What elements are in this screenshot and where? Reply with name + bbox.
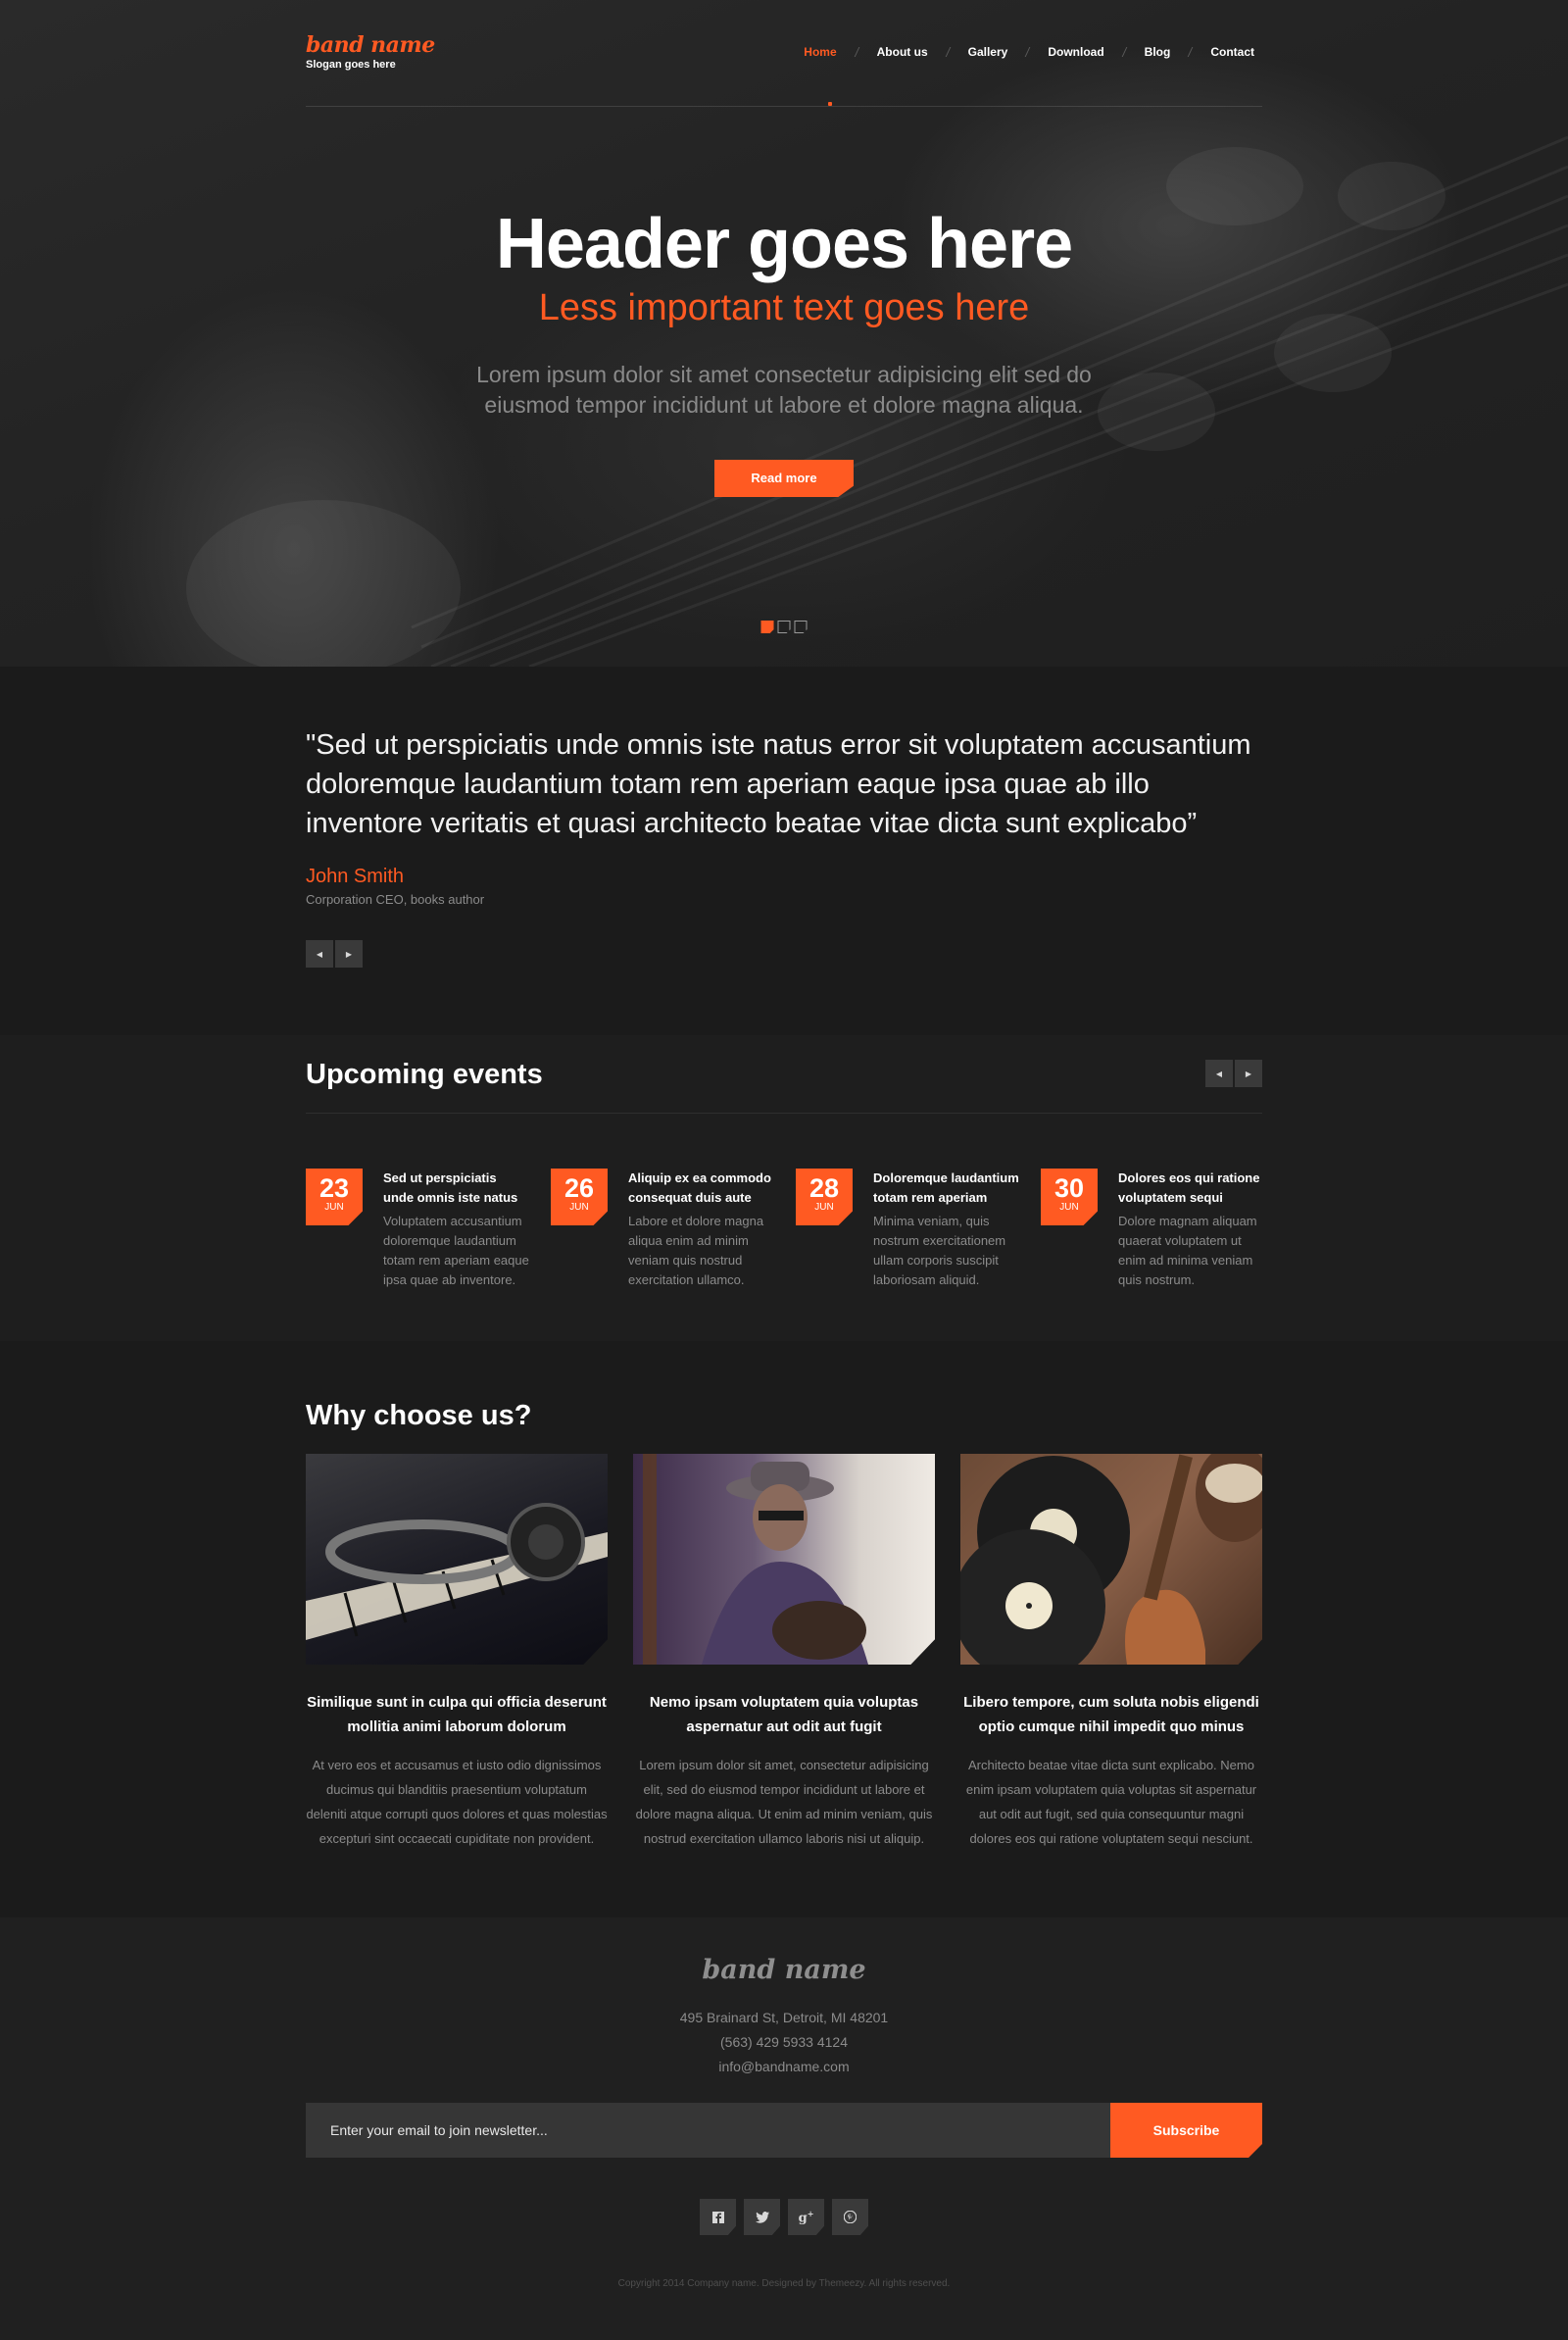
- event-date-badge: 26 JUN: [551, 1169, 608, 1225]
- nav-item-contact[interactable]: Contact: [1210, 45, 1254, 59]
- feature-card: Libero tempore, cum soluta nobis eligend…: [960, 1454, 1262, 1851]
- feature-cards: Similique sunt in culpa qui officia dese…: [306, 1454, 1262, 1851]
- event-month: JUN: [1059, 1202, 1079, 1213]
- footer-phone: (563) 429 5933 4124: [720, 2034, 848, 2050]
- active-nav-indicator: [828, 102, 832, 106]
- nav-separator: [1121, 47, 1127, 57]
- events-arrows: ◀ ▶: [1205, 1060, 1262, 1087]
- slider-dot-1[interactable]: [760, 621, 774, 633]
- feature-text: At vero eos et accusamus et iusto odio d…: [306, 1758, 608, 1846]
- testimonial-section: "Sed ut perspiciatis unde omnis iste nat…: [0, 667, 1568, 1035]
- copyright-text: Copyright 2014 Company name. Designed by…: [617, 2278, 951, 2289]
- nav-separator: [854, 47, 859, 57]
- feature-title[interactable]: Similique sunt in culpa qui officia dese…: [306, 1690, 608, 1739]
- event-date-badge: 23 JUN: [306, 1169, 363, 1225]
- testimonial-arrows: ◀ ▶: [306, 940, 1262, 968]
- testimonial-role: Corporation CEO, books author: [306, 892, 485, 907]
- headphones-on-piano-photo[interactable]: [306, 1454, 608, 1665]
- event-day: 23: [318, 1173, 350, 1203]
- hero-content: Header goes here Less important text goe…: [306, 107, 1262, 497]
- event-title[interactable]: Doloremque laudantium totam rem aperiam: [873, 1169, 1020, 1208]
- guitarist-with-hat-photo[interactable]: [633, 1454, 935, 1665]
- slider-dot-3[interactable]: [794, 621, 808, 633]
- feature-title[interactable]: Nemo ipsam voluptatem quia voluptas aspe…: [633, 1690, 935, 1739]
- why-choose-us-section: Why choose us? Similique sunt in culpa q…: [0, 1341, 1568, 1917]
- twitter-icon[interactable]: [744, 2199, 780, 2235]
- event-title[interactable]: Dolores eos qui ratione voluptatem sequi: [1118, 1169, 1262, 1208]
- why-title: Why choose us?: [306, 1400, 532, 1431]
- slider-pagination: [760, 621, 808, 633]
- feature-card: Nemo ipsam voluptatem quia voluptas aspe…: [633, 1454, 935, 1851]
- hero-title: Header goes here: [495, 205, 1073, 283]
- feature-title[interactable]: Libero tempore, cum soluta nobis eligend…: [960, 1690, 1262, 1739]
- event-text: Labore et dolore magna aliqua enim ad mi…: [628, 1214, 764, 1287]
- testimonial-quote: "Sed ut perspiciatis unde omnis iste nat…: [306, 729, 1251, 839]
- event-title[interactable]: Aliquip ex ea commodo consequat duis aut…: [628, 1169, 775, 1208]
- event-day: 28: [808, 1173, 840, 1203]
- social-links: g+: [306, 2199, 1262, 2235]
- event-item[interactable]: 23 JUN Sed ut perspiciatis unde omnis is…: [306, 1169, 551, 1290]
- event-item[interactable]: 28 JUN Doloremque laudantium totam rem a…: [796, 1169, 1041, 1290]
- footer-email[interactable]: info@bandname.com: [306, 2055, 1262, 2079]
- feature-text: Lorem ipsum dolor sit amet, consectetur …: [635, 1758, 933, 1846]
- caret-right-icon[interactable]: ▶: [1235, 1060, 1262, 1087]
- events-header: Upcoming events ◀ ▶: [306, 1035, 1262, 1114]
- nav-item-blog[interactable]: Blog: [1145, 45, 1171, 59]
- event-day: 30: [1054, 1173, 1085, 1203]
- caret-left-icon[interactable]: ◀: [1205, 1060, 1233, 1087]
- vinyl-records-and-guitar-photo[interactable]: [960, 1454, 1262, 1665]
- nav-item-home[interactable]: Home: [804, 45, 836, 59]
- hero-section: band name Slogan goes here Home About us…: [0, 0, 1568, 667]
- main-nav: Home About us Gallery Download Blog Cont…: [804, 45, 1254, 59]
- event-item[interactable]: 30 JUN Dolores eos qui ratione voluptate…: [1041, 1169, 1262, 1290]
- nav-item-gallery[interactable]: Gallery: [968, 45, 1008, 59]
- nav-separator: [945, 47, 951, 57]
- event-month: JUN: [814, 1202, 834, 1213]
- events-section: Upcoming events ◀ ▶ 23 JUN Sed ut perspi…: [0, 1035, 1568, 1341]
- events-list: 23 JUN Sed ut perspiciatis unde omnis is…: [306, 1169, 1262, 1290]
- event-text: Dolore magnam aliquam quaerat voluptatem…: [1118, 1214, 1257, 1287]
- nav-separator: [1187, 47, 1194, 57]
- event-text: Minima veniam, quis nostrum exercitation…: [873, 1214, 1006, 1287]
- event-day: 26: [564, 1173, 595, 1203]
- caret-left-icon[interactable]: ◀: [306, 940, 333, 968]
- brand-logo[interactable]: band name: [306, 32, 435, 58]
- events-title: Upcoming events: [306, 1059, 543, 1090]
- slider-dot-2[interactable]: [777, 621, 791, 633]
- footer-logo[interactable]: band name: [306, 1917, 1262, 2006]
- nav-item-download[interactable]: Download: [1048, 45, 1103, 59]
- event-month: JUN: [324, 1202, 344, 1213]
- nav-item-about-us[interactable]: About us: [877, 45, 928, 59]
- event-date-badge: 28 JUN: [796, 1169, 853, 1225]
- top-navigation-bar: band name Slogan goes here Home About us…: [306, 0, 1262, 107]
- event-item[interactable]: 26 JUN Aliquip ex ea commodo consequat d…: [551, 1169, 796, 1290]
- feature-card: Similique sunt in culpa qui officia dese…: [306, 1454, 608, 1851]
- google-plus-icon[interactable]: g+: [788, 2199, 824, 2235]
- event-date-badge: 30 JUN: [1041, 1169, 1098, 1225]
- facebook-icon[interactable]: [700, 2199, 736, 2235]
- footer-address: 495 Brainard St, Detroit, MI 48201: [679, 2010, 889, 2025]
- hero-text: Lorem ipsum dolor sit amet consectetur a…: [476, 362, 1092, 418]
- newsletter-form: Subscribe: [306, 2103, 1262, 2158]
- nav-separator: [1024, 47, 1031, 57]
- newsletter-email-input[interactable]: [306, 2103, 1110, 2158]
- brand-slogan: Slogan goes here: [306, 59, 396, 71]
- footer: band name 495 Brainard St, Detroit, MI 4…: [0, 1917, 1568, 2340]
- feature-text: Architecto beatae vitae dicta sunt expli…: [965, 1758, 1257, 1846]
- event-month: JUN: [569, 1202, 589, 1213]
- subscribe-button[interactable]: Subscribe: [1110, 2103, 1262, 2158]
- pinterest-icon[interactable]: [832, 2199, 868, 2235]
- event-title[interactable]: Sed ut perspiciatis unde omnis iste natu…: [383, 1169, 530, 1208]
- read-more-button[interactable]: Read more: [714, 460, 854, 497]
- caret-right-icon[interactable]: ▶: [335, 940, 363, 968]
- testimonial-author: John Smith: [306, 866, 405, 887]
- event-text: Voluptatem accusantium doloremque laudan…: [383, 1214, 529, 1287]
- hero-subtitle: Less important text goes here: [538, 287, 1030, 328]
